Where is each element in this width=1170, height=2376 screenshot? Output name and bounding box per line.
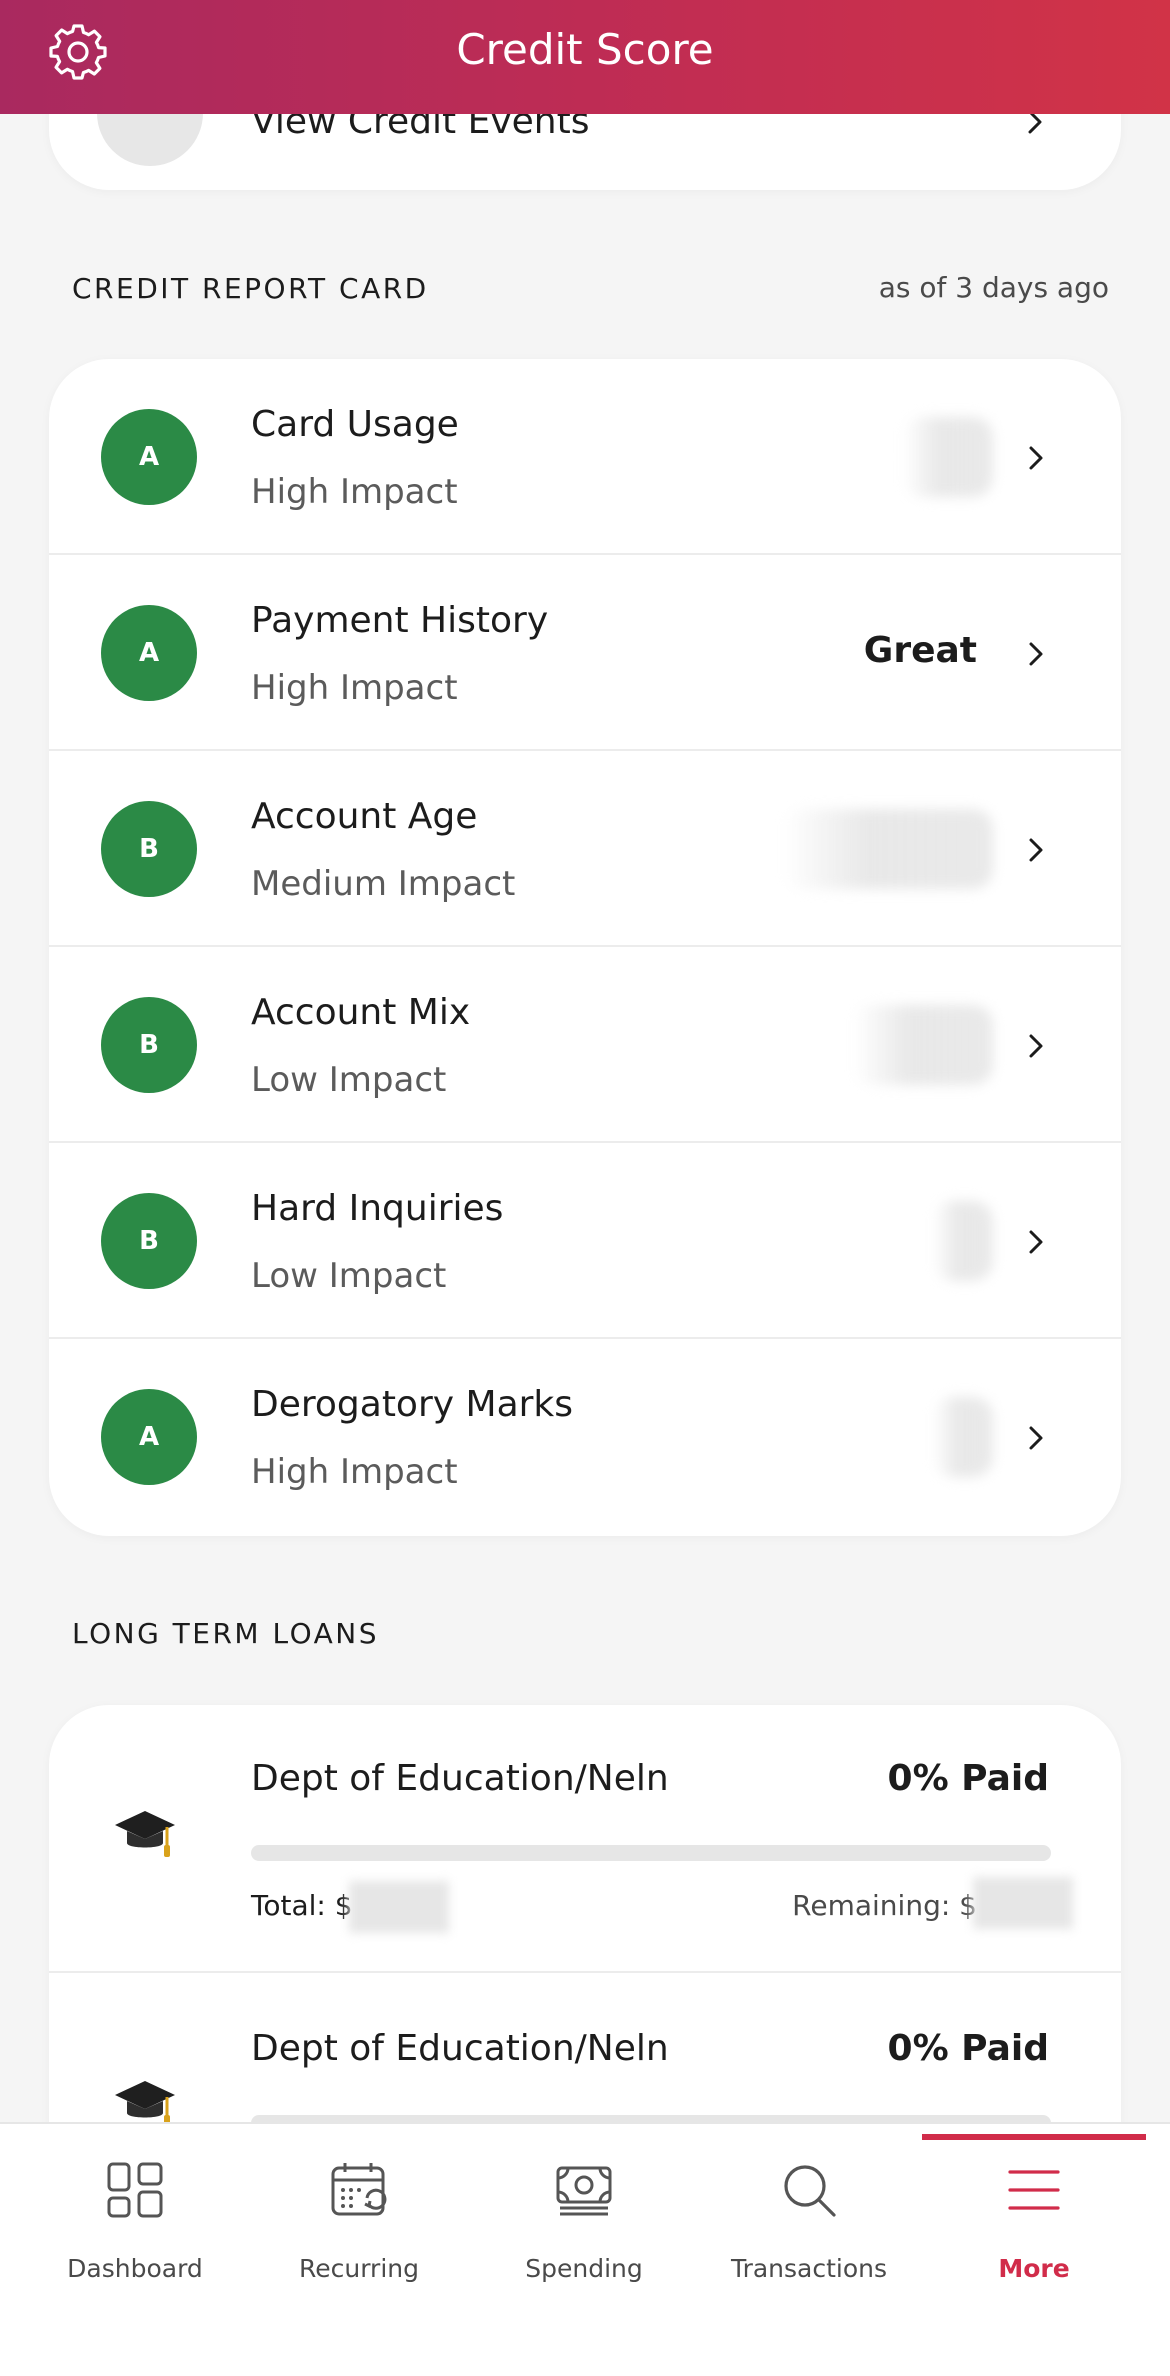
row-title: Card Usage: [251, 404, 459, 445]
nav-dashboard[interactable]: Dashboard: [23, 2124, 247, 2324]
money-icon: [556, 2166, 612, 2216]
credit-report-card: A Card Usage High Impact A Payment Histo…: [49, 359, 1121, 1536]
report-row-account-age[interactable]: B Account Age Medium Impact: [49, 751, 1121, 947]
nav-more[interactable]: More: [922, 2124, 1146, 2324]
loan-paid-percent: 0% Paid: [887, 1758, 1049, 1799]
credit-report-as-of: as of 3 days ago: [878, 271, 1109, 304]
report-row-card-usage[interactable]: A Card Usage High Impact: [49, 359, 1121, 555]
row-impact: Medium Impact: [251, 864, 516, 904]
chevron-right-icon: [1029, 1426, 1043, 1450]
row-title: Hard Inquiries: [251, 1188, 504, 1229]
redacted-value: [933, 1397, 993, 1477]
nav-label: More: [998, 2254, 1070, 2283]
report-row-derogatory-marks[interactable]: A Derogatory Marks High Impact: [49, 1339, 1121, 1535]
loans-section-title: LONG TERM LOANS: [72, 1617, 380, 1650]
redacted-value: [783, 809, 993, 889]
report-row-account-mix[interactable]: B Account Mix Low Impact: [49, 947, 1121, 1143]
chevron-right-icon: [1029, 446, 1043, 470]
row-title: Account Age: [251, 796, 478, 837]
redacted-value: [349, 1881, 449, 1933]
grade-badge: A: [101, 605, 197, 701]
loans-card: Dept of Education/Neln 0% Paid Total: $ …: [49, 1705, 1121, 2185]
redacted-value: [933, 1201, 993, 1281]
row-impact: High Impact: [251, 668, 458, 708]
row-impact: High Impact: [251, 1452, 458, 1492]
nav-label: Recurring: [299, 2254, 419, 2283]
search-icon: [784, 2165, 836, 2217]
nav-label: Transactions: [730, 2254, 888, 2283]
credit-report-section-title: CREDIT REPORT CARD: [72, 272, 429, 305]
nav-label: Dashboard: [67, 2254, 203, 2283]
nav-recurring[interactable]: Recurring: [247, 2124, 471, 2324]
nav-label: Spending: [525, 2254, 643, 2283]
chevron-right-icon: [1029, 1230, 1043, 1254]
app-header: Credit Score: [0, 0, 1170, 114]
calendar-repeat-icon: [331, 2163, 387, 2216]
dashboard-icon: [107, 2162, 163, 2218]
loan-remaining: Remaining: $: [792, 1889, 977, 1922]
chevron-right-icon: [1029, 838, 1043, 862]
page-title: Credit Score: [456, 25, 714, 74]
graduation-cap-icon: [115, 1811, 175, 1857]
chevron-right-icon: [1029, 642, 1043, 666]
bottom-navigation: Dashboard Recurring Spending Transaction…: [0, 2122, 1170, 2376]
nav-spending[interactable]: Spending: [472, 2124, 696, 2324]
grade-badge: B: [101, 1193, 197, 1289]
chevron-right-icon: [1029, 1034, 1043, 1058]
row-impact: Low Impact: [251, 1256, 447, 1296]
menu-icon: [1008, 2170, 1060, 2210]
row-impact: Low Impact: [251, 1060, 447, 1100]
row-value: Great: [863, 630, 977, 671]
grade-badge: A: [101, 409, 197, 505]
loan-row[interactable]: Dept of Education/Neln 0% Paid Total: $ …: [49, 1705, 1121, 1973]
loan-name: Dept of Education/Neln: [251, 1758, 669, 1799]
loan-paid-percent: 0% Paid: [887, 2028, 1049, 2069]
report-row-hard-inquiries[interactable]: B Hard Inquiries Low Impact: [49, 1143, 1121, 1339]
row-title: Derogatory Marks: [251, 1384, 574, 1425]
row-title: Payment History: [251, 600, 549, 641]
loan-total: Total: $: [251, 1889, 353, 1922]
report-row-payment-history[interactable]: A Payment History High Impact Great: [49, 555, 1121, 751]
grade-badge: B: [101, 997, 197, 1093]
redacted-value: [853, 1005, 993, 1085]
row-title: Account Mix: [251, 992, 471, 1033]
grade-badge: A: [101, 1389, 197, 1485]
loan-name: Dept of Education/Neln: [251, 2028, 669, 2069]
redacted-value: [973, 1877, 1073, 1929]
nav-transactions[interactable]: Transactions: [697, 2124, 921, 2324]
redacted-value: [903, 417, 993, 497]
grade-badge: B: [101, 801, 197, 897]
loan-progress-bar: [251, 1845, 1051, 1861]
row-impact: High Impact: [251, 472, 458, 512]
